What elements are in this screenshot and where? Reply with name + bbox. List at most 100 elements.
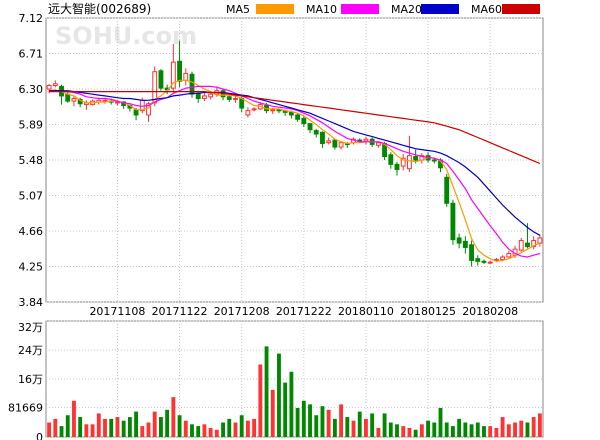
volume-axis: 32万 24万 16万 81669 0 <box>8 321 43 440</box>
candle-body <box>102 99 108 102</box>
volume-bar <box>90 424 95 437</box>
volume-bar <box>165 409 170 437</box>
volume-bar <box>320 406 325 437</box>
price-tick-label: 4.25 <box>19 261 44 274</box>
volume-bar <box>264 346 269 437</box>
candle-body <box>239 98 245 109</box>
candle-body <box>320 131 325 145</box>
volume-bar <box>277 353 281 437</box>
volume-bar <box>500 417 505 437</box>
date-tick-label: 20180208 <box>462 305 518 318</box>
moving-averages <box>49 79 541 262</box>
candle-body <box>537 237 543 244</box>
candle-body <box>251 108 257 111</box>
volume-bar <box>183 420 188 437</box>
candle-body <box>133 109 139 116</box>
price-tick-label: 4.66 <box>19 225 44 238</box>
candle-body <box>208 93 214 98</box>
volume-bar <box>450 426 455 437</box>
candle-body <box>326 140 332 144</box>
volume-bar <box>382 413 387 437</box>
watermark: SOHU.com <box>55 22 197 50</box>
volume-bar <box>332 418 337 437</box>
volume-bar <box>376 427 381 437</box>
legend-label-ma10: MA10 <box>306 3 337 16</box>
volume-tick-label: 0 <box>36 431 43 440</box>
volume-bar <box>351 420 356 437</box>
price-tick-label: 7.12 <box>19 12 44 25</box>
price-axis: 7.12 6.71 6.30 5.89 5.48 5.07 4.66 4.25 3.84 <box>19 12 44 309</box>
candle-body <box>413 156 419 161</box>
volume-bar <box>289 371 294 437</box>
volume-bar <box>53 418 58 437</box>
volume-bar <box>47 422 52 437</box>
candle-body <box>115 101 120 104</box>
volume-bar <box>227 418 232 437</box>
volume-bar <box>525 422 530 437</box>
candle-body <box>301 117 307 125</box>
candle-body <box>462 240 468 248</box>
price-panel-frame <box>45 17 544 303</box>
volume-bar <box>152 411 157 437</box>
volume-bar <box>72 400 76 437</box>
candle-body <box>518 240 524 251</box>
ma5-line <box>49 79 541 262</box>
volume-bar <box>65 415 70 437</box>
volume-bar <box>308 404 312 437</box>
volume-bar <box>426 420 430 437</box>
legend-swatch-ma60 <box>502 4 540 14</box>
legend-swatch-ma10 <box>341 4 379 14</box>
volume-bar <box>177 415 182 437</box>
candle-body <box>288 111 294 116</box>
volume-bar <box>432 422 437 437</box>
candle-body <box>65 93 71 102</box>
candle-body <box>394 163 400 171</box>
volume-bar <box>345 417 350 437</box>
volume-bar <box>506 424 511 437</box>
volume-bar <box>370 413 375 437</box>
candle-body <box>201 95 207 100</box>
volume-bar <box>457 418 462 437</box>
candle-body <box>332 139 338 148</box>
date-tick-label: 20180125 <box>400 305 456 318</box>
date-tick-label: 20171208 <box>214 305 270 318</box>
date-axis: 20171108 20171122 20171208 20171222 20180110… <box>89 305 518 318</box>
volume-panel-frame <box>45 320 544 438</box>
volume-bar <box>295 408 300 437</box>
candle-body <box>71 98 77 102</box>
volume-bar <box>208 427 213 437</box>
volume-bar <box>463 422 468 437</box>
volume-bar <box>146 422 151 437</box>
candle-body <box>226 96 232 100</box>
candle-body <box>313 130 319 135</box>
candle-body <box>270 109 276 112</box>
price-tick-label: 6.30 <box>19 83 44 96</box>
volume-bar <box>339 404 344 437</box>
candle-body <box>183 72 189 81</box>
legend-label-ma20: MA20 <box>391 3 422 16</box>
volume-bar <box>482 426 486 437</box>
volume-bar <box>419 424 424 437</box>
candle-body <box>525 242 530 248</box>
volume-bar <box>531 417 536 437</box>
volume-bar <box>494 427 499 437</box>
volume-bar <box>357 411 362 437</box>
candle-body <box>158 70 164 89</box>
price-tick-label: 5.48 <box>19 154 44 167</box>
volume-bar <box>364 418 368 437</box>
date-tick-label: 20171108 <box>89 305 145 318</box>
volume-bar <box>59 426 64 437</box>
candle-body <box>338 142 344 148</box>
volume-bar <box>469 424 474 437</box>
date-tick-label: 20180110 <box>338 305 394 318</box>
volume-tick-label: 81669 <box>8 401 43 414</box>
legend-swatch-ma5 <box>256 4 294 14</box>
volume-bar <box>444 422 449 437</box>
volume-bar <box>190 424 194 437</box>
candle-body <box>500 256 506 261</box>
volume-bar <box>159 417 163 437</box>
volume-bar <box>214 429 219 437</box>
candle-body <box>307 123 313 131</box>
volume-bar <box>488 426 493 437</box>
volume-bar <box>196 426 201 437</box>
